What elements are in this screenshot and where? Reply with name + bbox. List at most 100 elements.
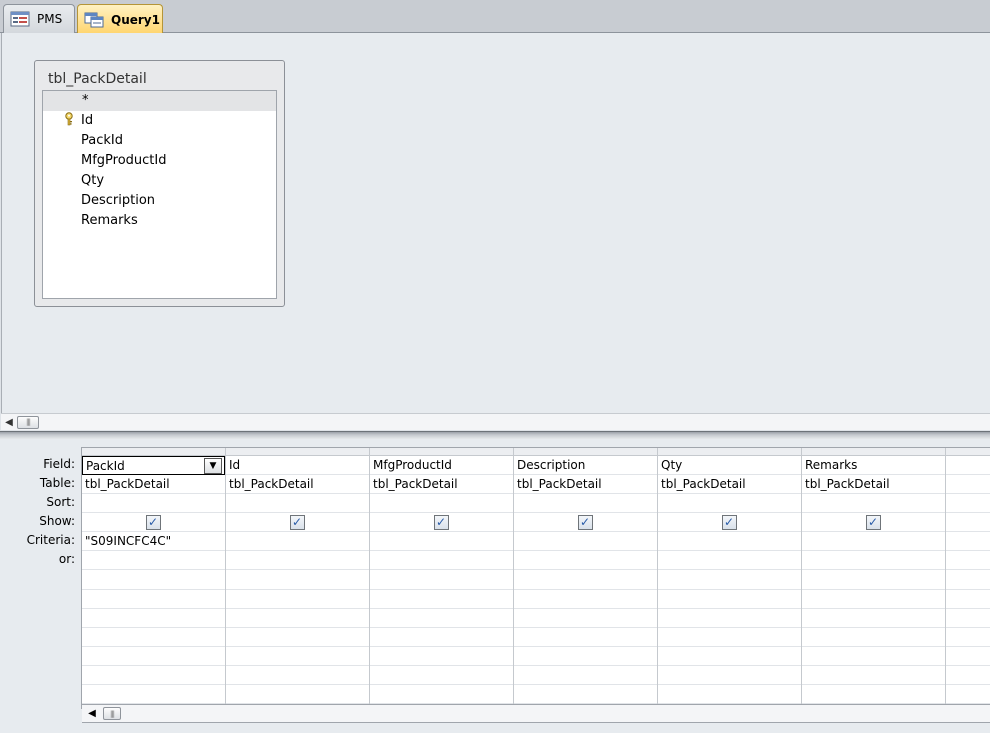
column-selector[interactable] bbox=[802, 448, 945, 456]
field-cell[interactable]: Description bbox=[514, 456, 657, 475]
or-cell[interactable] bbox=[82, 551, 225, 570]
field-list-item-packid[interactable]: PackId bbox=[43, 131, 276, 151]
criteria-cell[interactable] bbox=[514, 532, 657, 551]
field-cell[interactable]: Qty bbox=[658, 456, 801, 475]
grid-row-labels: Field: Table: Sort: Show: Criteria: or: bbox=[0, 455, 80, 569]
grid-horizontal-scrollbar[interactable]: ◀ ||| bbox=[82, 704, 990, 723]
table-cell[interactable]: tbl_PackDetail bbox=[802, 475, 945, 494]
field-name: Description bbox=[81, 193, 156, 208]
sort-cell[interactable] bbox=[946, 494, 990, 513]
scroll-thumb[interactable]: ||| bbox=[17, 415, 39, 429]
field-list-item-mfgproductid[interactable]: MfgProductId bbox=[43, 151, 276, 171]
show-cell[interactable]: ✓ bbox=[514, 513, 657, 532]
or-cell[interactable] bbox=[658, 551, 801, 570]
grid-column-remarks: Remarks tbl_PackDetail ✓ bbox=[802, 448, 946, 710]
show-checkbox[interactable]: ✓ bbox=[289, 515, 305, 530]
or-cell[interactable] bbox=[226, 551, 369, 570]
document-tab-strip: PMS Query1 bbox=[0, 0, 990, 34]
scroll-left-icon[interactable]: ◀ bbox=[84, 708, 100, 719]
or-cell[interactable] bbox=[514, 551, 657, 570]
grid-column-qty: Qty tbl_PackDetail ✓ bbox=[658, 448, 802, 710]
field-list-item-description[interactable]: Description bbox=[43, 191, 276, 211]
tab-query1-label: Query1 bbox=[111, 12, 160, 27]
show-cell[interactable]: ✓ bbox=[226, 513, 369, 532]
column-selector[interactable] bbox=[946, 448, 990, 456]
sort-cell[interactable] bbox=[658, 494, 801, 513]
show-cell[interactable]: ✓ bbox=[370, 513, 513, 532]
tab-pms[interactable]: PMS bbox=[3, 4, 75, 33]
criteria-cell[interactable] bbox=[370, 532, 513, 551]
show-cell[interactable] bbox=[946, 513, 990, 532]
field-cell[interactable]: PackId ▼ bbox=[82, 456, 225, 475]
column-selector[interactable] bbox=[370, 448, 513, 456]
show-cell[interactable]: ✓ bbox=[658, 513, 801, 532]
design-grid: PackId ▼ tbl_PackDetail ✓ "S09INCFC4C" I… bbox=[81, 447, 990, 710]
field-name: Id bbox=[81, 113, 94, 128]
table-cell[interactable]: tbl_PackDetail bbox=[514, 475, 657, 494]
row-label-table: Table: bbox=[39, 476, 75, 490]
field-list: * Id PackId MfgProductId Qty Description… bbox=[42, 90, 277, 299]
sort-cell[interactable] bbox=[514, 494, 657, 513]
query-icon bbox=[84, 12, 104, 28]
pane-splitter[interactable] bbox=[0, 431, 990, 439]
table-field-list-title[interactable]: tbl_PackDetail bbox=[48, 71, 147, 87]
or-cell[interactable] bbox=[370, 551, 513, 570]
column-selector[interactable] bbox=[658, 448, 801, 456]
row-label-sort: Sort: bbox=[46, 495, 75, 509]
column-selector[interactable] bbox=[514, 448, 657, 456]
table-cell[interactable]: tbl_PackDetail bbox=[370, 475, 513, 494]
field-list-item-id[interactable]: Id bbox=[43, 111, 276, 131]
query-design-grid-pane: Field: Table: Sort: Show: Criteria: or: … bbox=[0, 439, 990, 733]
chevron-down-icon[interactable]: ▼ bbox=[204, 458, 222, 474]
row-label-show: Show: bbox=[39, 514, 75, 528]
field-name: PackId bbox=[81, 133, 123, 148]
grid-column-packid: PackId ▼ tbl_PackDetail ✓ "S09INCFC4C" bbox=[82, 448, 226, 710]
field-cell[interactable]: MfgProductId bbox=[370, 456, 513, 475]
primary-key-icon bbox=[64, 112, 74, 126]
show-cell[interactable]: ✓ bbox=[802, 513, 945, 532]
criteria-cell[interactable]: "S09INCFC4C" bbox=[82, 532, 225, 551]
upper-horizontal-scrollbar[interactable]: ◀ ||| bbox=[1, 413, 990, 430]
row-label-or: or: bbox=[58, 552, 75, 566]
criteria-cell[interactable] bbox=[226, 532, 369, 551]
show-checkbox[interactable]: ✓ bbox=[433, 515, 449, 530]
criteria-cell[interactable] bbox=[658, 532, 801, 551]
table-field-list-tbl-packdetail[interactable]: tbl_PackDetail * Id PackId MfgProductId … bbox=[34, 60, 285, 307]
sort-cell[interactable] bbox=[802, 494, 945, 513]
scroll-left-icon[interactable]: ◀ bbox=[1, 414, 17, 430]
grid-column-empty bbox=[946, 448, 990, 710]
field-name: MfgProductId bbox=[81, 153, 167, 168]
grid-column-description: Description tbl_PackDetail ✓ bbox=[514, 448, 658, 710]
sort-cell[interactable] bbox=[226, 494, 369, 513]
sort-cell[interactable] bbox=[370, 494, 513, 513]
show-checkbox[interactable]: ✓ bbox=[865, 515, 881, 530]
tab-pms-label: PMS bbox=[37, 12, 63, 26]
table-cell[interactable]: tbl_PackDetail bbox=[658, 475, 801, 494]
criteria-cell[interactable] bbox=[802, 532, 945, 551]
field-cell[interactable]: Remarks bbox=[802, 456, 945, 475]
table-cell[interactable] bbox=[946, 475, 990, 494]
scroll-thumb[interactable]: ||| bbox=[103, 707, 121, 720]
show-cell[interactable]: ✓ bbox=[82, 513, 225, 532]
sort-cell[interactable] bbox=[82, 494, 225, 513]
column-selector[interactable] bbox=[226, 448, 369, 456]
field-cell-value: PackId bbox=[86, 459, 125, 473]
show-checkbox[interactable]: ✓ bbox=[145, 515, 161, 530]
show-checkbox[interactable]: ✓ bbox=[577, 515, 593, 530]
field-cell[interactable]: Id bbox=[226, 456, 369, 475]
field-list-item-all[interactable]: * bbox=[43, 91, 276, 111]
row-label-field: Field: bbox=[43, 457, 75, 471]
field-list-item-remarks[interactable]: Remarks bbox=[43, 211, 276, 231]
table-cell[interactable]: tbl_PackDetail bbox=[82, 475, 225, 494]
or-cell[interactable] bbox=[802, 551, 945, 570]
column-selector[interactable] bbox=[82, 448, 225, 456]
field-list-item-qty[interactable]: Qty bbox=[43, 171, 276, 191]
table-cell[interactable]: tbl_PackDetail bbox=[226, 475, 369, 494]
show-checkbox[interactable]: ✓ bbox=[721, 515, 737, 530]
criteria-cell[interactable] bbox=[946, 532, 990, 551]
field-cell[interactable] bbox=[946, 456, 990, 475]
row-label-criteria: Criteria: bbox=[26, 533, 75, 547]
or-cell[interactable] bbox=[946, 551, 990, 570]
field-name: Qty bbox=[81, 173, 105, 188]
tab-query1[interactable]: Query1 bbox=[77, 4, 163, 34]
